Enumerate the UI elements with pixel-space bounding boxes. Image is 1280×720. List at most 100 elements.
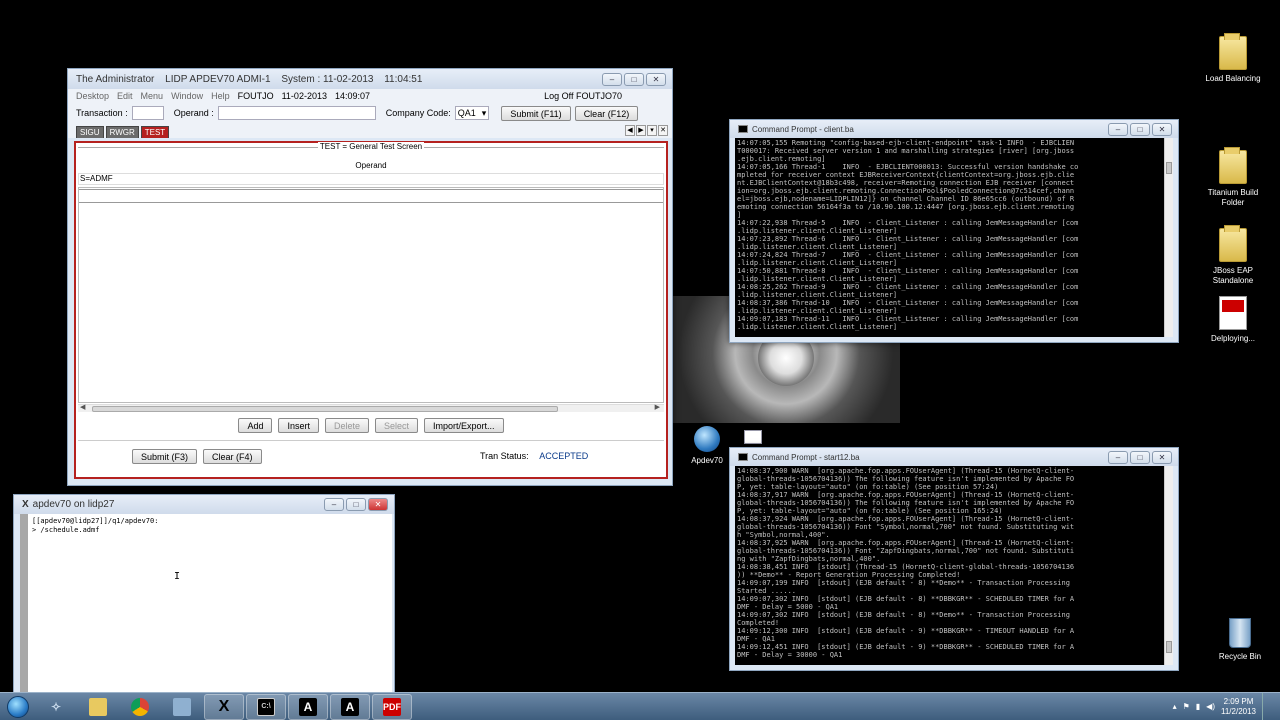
minimize-button[interactable]: – (602, 72, 622, 86)
submit-f11-button[interactable]: Submit (F11) (501, 105, 571, 121)
logoff-link[interactable]: Log Off FOUTJO70 (544, 91, 622, 101)
select-button[interactable]: Select (375, 418, 419, 433)
clear-f12-button[interactable]: Clear (F12) (574, 105, 639, 121)
maximize-button[interactable]: □ (1130, 122, 1150, 136)
maximize-button[interactable]: □ (624, 72, 644, 86)
cmd-output[interactable]: 14:08:37,900 WARN [org.apache.fop.apps.F… (735, 466, 1164, 665)
group-title: TEST = General Test Screen (317, 142, 425, 151)
console-line: .lidp.listener.client.Client_Listener] (737, 243, 898, 251)
close-button[interactable]: ✕ (646, 72, 666, 86)
taskbar-item-xserver[interactable]: X (204, 693, 244, 720)
cmd-output[interactable]: 14:07:05,155 Remoting "config-based-ejb-… (735, 138, 1164, 337)
insert-button[interactable]: Insert (278, 418, 319, 433)
horizontal-scrollbar[interactable]: ◀ ▶ (78, 404, 664, 412)
desktop-icon-load-balancing[interactable]: Load Balancing (1198, 33, 1268, 84)
operand-label: Operand : (173, 108, 214, 118)
xterm-output[interactable]: [[apdev70@lidp27]]/q1/apdev70: > /schedu… (20, 514, 392, 693)
tab-test[interactable]: TEST (140, 126, 170, 138)
desktop-icon-recycle-bin[interactable]: Recycle Bin (1205, 618, 1275, 662)
flag-icon[interactable]: ⚑ (1183, 702, 1190, 711)
tray-expand-icon[interactable]: ▴ (1173, 702, 1177, 711)
app-titlebar[interactable]: The Administrator LIDP APDEV70 ADMI-1 Sy… (68, 69, 672, 89)
taskbar-item-pdf[interactable]: PDF (372, 693, 412, 720)
menu-edit[interactable]: Edit (117, 91, 133, 101)
tab-close-icon[interactable]: ✕ (658, 125, 668, 136)
scrollbar-thumb[interactable] (1166, 162, 1172, 174)
terminal-line: [[apdev70@lidp27]]/q1/apdev70: (32, 517, 159, 525)
transaction-input[interactable] (131, 106, 164, 120)
close-button[interactable]: ✕ (1152, 122, 1172, 136)
clock[interactable]: 2:09 PM 11/2/2013 (1221, 697, 1256, 717)
vertical-scrollbar[interactable] (1164, 138, 1173, 337)
console-line: mpleted for receiver context EJBReceiver… (737, 171, 1075, 179)
company-code-select[interactable]: QA1 ▾ (454, 106, 490, 120)
user-id: FOUTJO (237, 90, 274, 101)
console-line: 14:08:38,451 INFO [stdout] (Thread-15 (H… (737, 563, 1075, 571)
scroll-right-icon[interactable]: ▶ (655, 403, 660, 411)
tab-scroll-right-icon[interactable]: ▶ (636, 125, 646, 136)
submit-f3-button[interactable]: Submit (F3) (132, 449, 198, 464)
console-line: 14:07:05,166 Thread-1 INFO - EJBCLIENT00… (737, 163, 1079, 171)
desktop-icon-titanium-build-folder[interactable]: Titanium Build Folder (1198, 147, 1268, 208)
taskbar-item-search[interactable]: ✧ (36, 694, 76, 720)
taskbar-item-cmd[interactable]: C:\ (246, 693, 286, 720)
console-line: 14:08:25,262 Thread-9 INFO - Client_List… (737, 283, 1079, 291)
console-line: 14:08:37,900 WARN [org.apache.fop.apps.F… (737, 467, 1075, 475)
maximize-button[interactable]: □ (1130, 450, 1150, 464)
cmd-titlebar[interactable]: Command Prompt - client.ba – □ ✕ (730, 120, 1178, 138)
tab-sigu[interactable]: SIGU (76, 126, 104, 138)
tab-list-icon[interactable]: ▾ (647, 125, 657, 136)
cmd-title: Command Prompt - client.ba (752, 124, 854, 134)
close-button[interactable]: ✕ (368, 498, 388, 511)
clear-f4-button[interactable]: Clear (F4) (203, 449, 262, 464)
minimize-button[interactable]: – (324, 498, 344, 511)
menu-desktop[interactable]: Desktop (76, 91, 109, 101)
minimize-button[interactable]: – (1108, 450, 1128, 464)
document-icon[interactable] (744, 430, 762, 444)
tab-rwgr[interactable]: RWGR (105, 126, 139, 138)
admin-app-window: The Administrator LIDP APDEV70 ADMI-1 Sy… (67, 68, 673, 486)
xterm-window: X apdev70 on lidp27 – □ ✕ [[apdev70@lidp… (13, 494, 395, 694)
network-status-icon[interactable]: ▮ (1196, 702, 1200, 711)
app-a2-icon: A (341, 697, 359, 716)
console-line: Started ...... (737, 587, 797, 595)
operand-row-field[interactable]: S=ADMF (78, 173, 664, 185)
taskbar-item-app-a2[interactable]: A (330, 693, 370, 720)
show-desktop-button[interactable] (1262, 692, 1272, 720)
menu-help[interactable]: Help (211, 91, 230, 101)
scroll-left-icon[interactable]: ◀ (80, 403, 85, 411)
volume-icon[interactable]: ◀) (1206, 702, 1215, 711)
cmd-icon: C:\ (257, 697, 275, 716)
grid-line (79, 189, 663, 190)
vertical-scrollbar[interactable] (1164, 466, 1173, 665)
clock-time: 2:09 PM (1223, 696, 1254, 706)
operand-input[interactable] (217, 106, 376, 120)
menu-menu[interactable]: Menu (141, 91, 164, 101)
close-button[interactable]: ✕ (1152, 450, 1172, 464)
add-button[interactable]: Add (238, 418, 273, 433)
import-export-button[interactable]: Import/Export... (424, 418, 504, 433)
menu-window[interactable]: Window (171, 91, 203, 101)
start-button[interactable] (0, 693, 36, 720)
console-line: 14:07:24,824 Thread-7 INFO - Client_List… (737, 251, 1079, 259)
cmd-titlebar[interactable]: Command Prompt - start12.ba – □ ✕ (730, 448, 1178, 466)
desktop-icon-delploying[interactable]: Delploying... (1198, 296, 1268, 344)
delete-button[interactable]: Delete (324, 418, 369, 433)
scrollbar-thumb[interactable] (92, 406, 558, 412)
console-line: h "Symbol,normal,400". (737, 531, 830, 539)
desktop-icon-jboss-eap-standalone[interactable]: JBoss EAP Standalone (1198, 225, 1268, 286)
taskbar-item-app-a[interactable]: A (288, 693, 328, 720)
operand-grid[interactable] (78, 187, 664, 403)
xterm-titlebar[interactable]: X apdev70 on lidp27 – □ ✕ (14, 495, 394, 514)
console-line: 14:09:07,302 INFO [stdout] (EJB default … (737, 611, 1070, 619)
maximize-button[interactable]: □ (346, 498, 366, 511)
tab-scroll-left-icon[interactable]: ◀ (625, 125, 635, 136)
taskbar-item-explorer[interactable] (78, 694, 118, 720)
scrollbar-thumb[interactable] (1166, 641, 1172, 653)
desktop-icon-label: Titanium Build Folder (1207, 188, 1259, 207)
taskbar-item-chrome[interactable] (120, 694, 160, 720)
taskbar-item-network[interactable] (162, 694, 202, 720)
group-title-wrap: TEST = General Test Screen (76, 142, 666, 151)
clock-date: 11/2/2013 (1221, 706, 1256, 716)
minimize-button[interactable]: – (1108, 122, 1128, 136)
